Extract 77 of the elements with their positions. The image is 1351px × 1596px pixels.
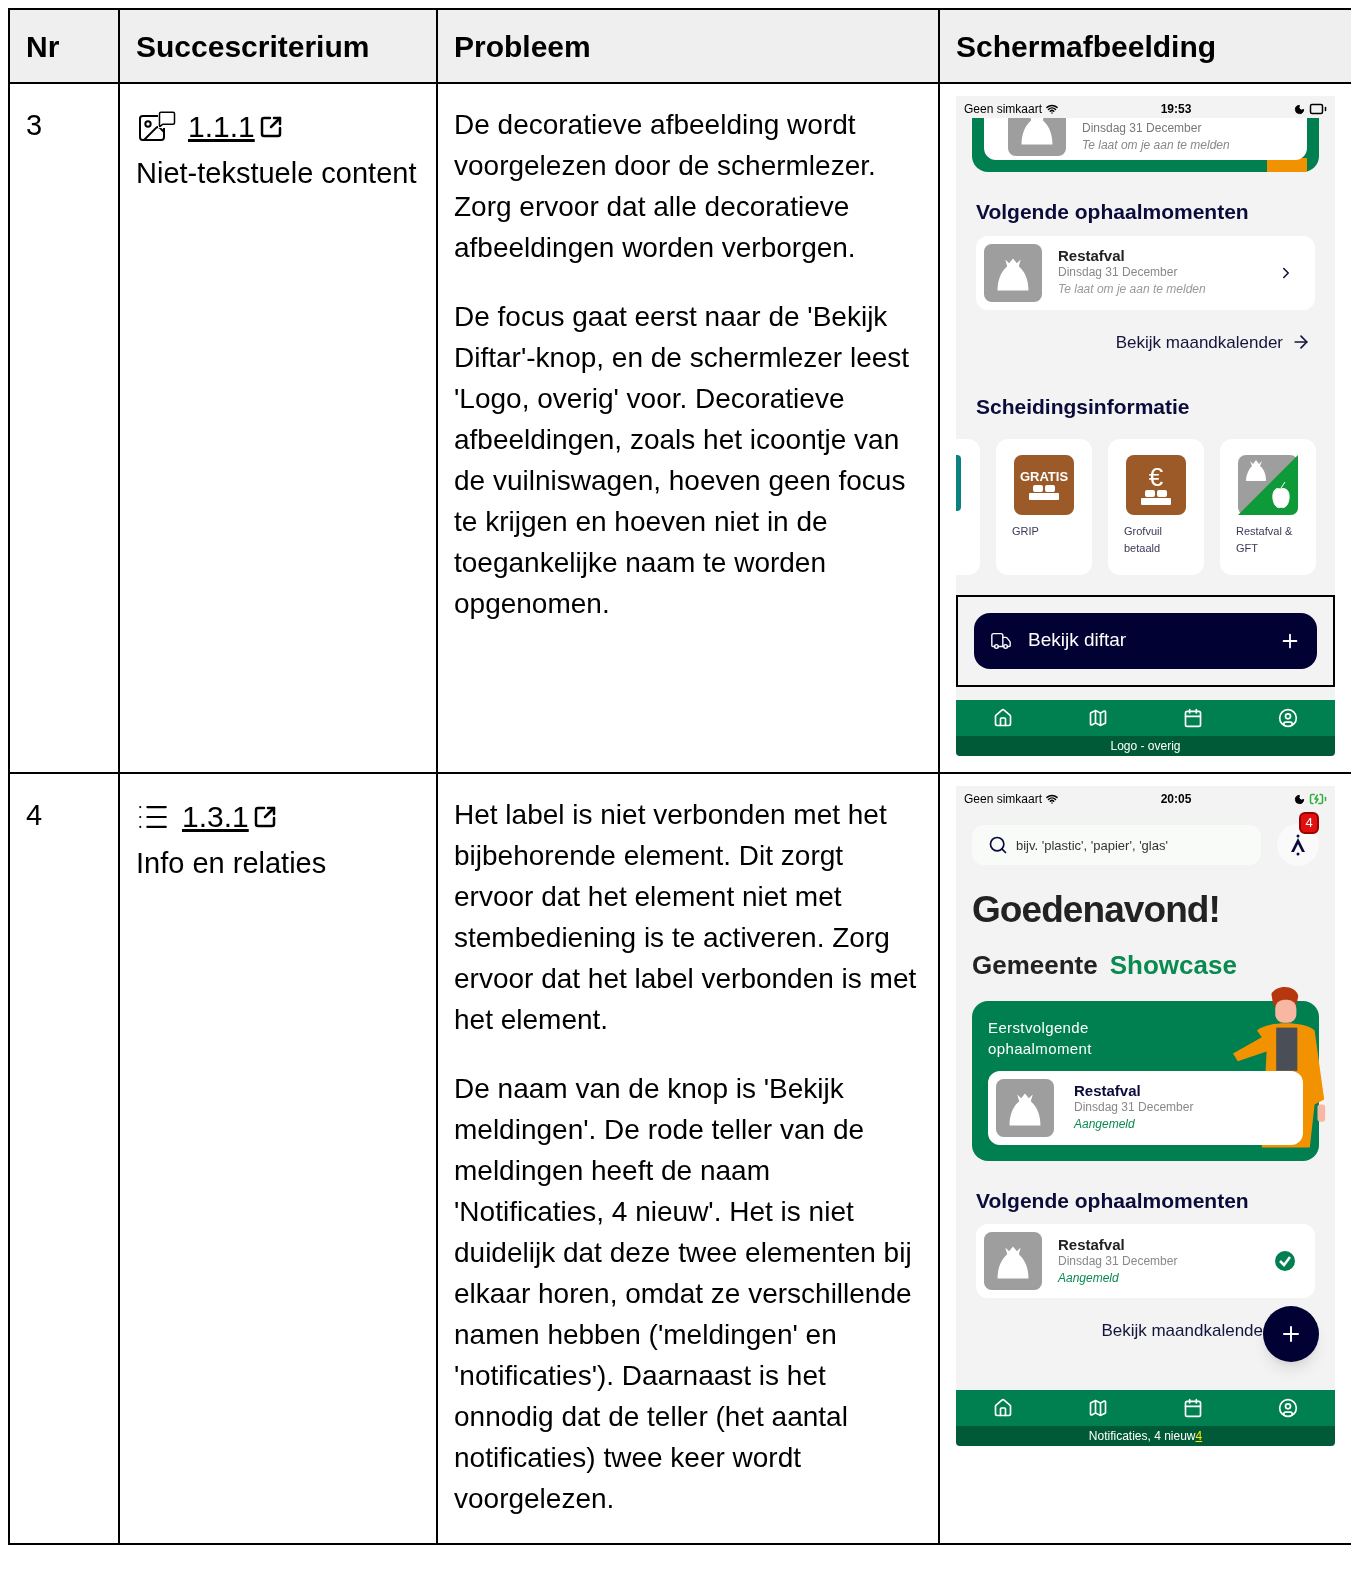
problem-paragraph: De focus gaat eerst naar de 'Bekijk Diftar'-knop, en de schermlezer leest 'Logo, overig' voor. Decoratieve afbeeldingen, zoals het icoontje van de vuilniswagen, hoeven geen focus te krijgen en hoeven niet in de toegankelijke naam te worden opgenomen. bbox=[454, 300, 911, 621]
collection-note: Te laat om je aan te melden bbox=[1082, 137, 1230, 154]
tile-label: Grofvuil betaald bbox=[1123, 523, 1163, 556]
section-heading: Scheidingsinformatie bbox=[975, 394, 1191, 420]
home-icon[interactable] bbox=[993, 708, 1014, 728]
carrier-label: Geen simkaart bbox=[964, 791, 1043, 808]
item-title: Restafval bbox=[1058, 247, 1126, 264]
criterion-link[interactable]: 1.1.1 bbox=[188, 104, 283, 149]
tile-label: GRIP bbox=[1011, 523, 1040, 539]
criterion-link[interactable]: 1.3.1 bbox=[182, 794, 277, 839]
item-title: Restafval bbox=[1074, 1082, 1142, 1099]
logo-icon bbox=[1290, 834, 1306, 856]
tile-label: Restafval & GFT bbox=[1235, 523, 1294, 556]
tile-icon: € bbox=[1126, 454, 1186, 515]
section-heading: Volgende ophaalmomenten bbox=[975, 199, 1250, 225]
item-date: Dinsdag 31 December bbox=[1058, 1252, 1179, 1270]
info-tile[interactable]: GRATIS GRIP bbox=[996, 438, 1092, 575]
info-tile[interactable]: Restafval & GFT bbox=[1220, 438, 1316, 575]
problem-paragraph: Het label is niet verbonden met het bijbehorende element. Dit zorgt ervoor dat het element niet met stembediening is te activeren. Zorg ervoor dat het label verbonden is met het element. bbox=[454, 798, 918, 1037]
external-link-icon bbox=[252, 804, 277, 829]
garbage-bag-icon bbox=[996, 1078, 1054, 1137]
image-comment-icon bbox=[136, 109, 176, 144]
column-header: Probleem bbox=[438, 10, 940, 84]
map-icon[interactable] bbox=[1088, 708, 1109, 728]
clock-time: 20:05 bbox=[1160, 791, 1192, 808]
greeting-heading: Goedenavond! bbox=[971, 888, 1221, 932]
column-header: Nr bbox=[10, 10, 120, 84]
user-icon[interactable] bbox=[1277, 708, 1298, 728]
item-status: Aangemeld bbox=[1074, 1116, 1136, 1133]
screenreader-caption: Notificaties, 4 nieuw4 bbox=[956, 1426, 1335, 1446]
diftar-button[interactable]: Bekijk diftar bbox=[974, 612, 1317, 669]
problem-paragraph: De naam van de knop is 'Bekijk meldingen'. De rode teller van de meldingen heeft de naam 'Notificaties, 4 nieuw'. Het is niet duidelijk dat deze twee elementen bij elkaar horen, omdat ze verschillende namen hebben ('meldingen' en 'notificaties'). Daarnaast is het onnodig dat de teller (het aantal notificaties) twee keer wordt voorgelezen. bbox=[454, 1072, 913, 1516]
moon-icon bbox=[1294, 103, 1305, 115]
home-icon[interactable] bbox=[993, 1398, 1014, 1418]
map-icon[interactable] bbox=[1088, 1398, 1109, 1418]
calendar-icon[interactable] bbox=[1182, 708, 1203, 728]
month-calendar-link[interactable]: Bekijk maandkalender bbox=[1115, 329, 1311, 355]
collection-date: Dinsdag 31 December bbox=[1082, 120, 1203, 137]
item-title: Restafval bbox=[1058, 1235, 1126, 1253]
collection-item[interactable]: Restafval Dinsdag 31 December Aangemeld bbox=[976, 1224, 1315, 1298]
municipality-name: Showcase bbox=[1109, 948, 1237, 982]
info-tile[interactable] bbox=[956, 438, 980, 575]
search-icon bbox=[988, 835, 1008, 855]
garbage-bag-icon bbox=[984, 1232, 1042, 1290]
row-number: 4 bbox=[26, 799, 43, 831]
item-date: Dinsdag 31 December bbox=[1074, 1099, 1194, 1116]
screenreader-caption: Logo - overig bbox=[956, 736, 1335, 756]
problem-paragraph: De decoratieve afbeelding wordt voorgelezen door de schermlezer. Zorg ervoor dat alle decoratieve afbeeldingen worden verborgen. bbox=[454, 108, 877, 265]
wifi-icon bbox=[1046, 793, 1059, 805]
user-icon[interactable] bbox=[1277, 1398, 1298, 1418]
external-link-icon bbox=[258, 114, 283, 139]
item-status: Te laat om je aan te melden bbox=[1058, 281, 1207, 298]
info-tile[interactable]: € Grofvuil betaald bbox=[1108, 438, 1204, 575]
collection-item[interactable]: Restafval Dinsdag 31 December Te laat om je aan te melden bbox=[976, 235, 1315, 310]
search-field[interactable]: bijv. 'plastic', 'papier', 'glas' bbox=[972, 825, 1261, 865]
municipality-label: Gemeente bbox=[972, 948, 1098, 982]
wifi-icon bbox=[1046, 103, 1059, 115]
check-circle-icon bbox=[1275, 1251, 1295, 1271]
add-button[interactable] bbox=[1263, 1306, 1319, 1362]
column-header: Schermafbeelding bbox=[940, 10, 1351, 84]
moon-icon bbox=[1294, 793, 1305, 805]
bag-and-apple-icon bbox=[1238, 454, 1298, 515]
criterion-name: Niet-tekstuele content bbox=[136, 156, 418, 191]
garbage-bag-icon bbox=[984, 243, 1042, 302]
notification-badge: 4 bbox=[1299, 812, 1319, 834]
calendar-icon[interactable] bbox=[1182, 1398, 1203, 1418]
row-number: 3 bbox=[26, 109, 43, 141]
tile-icon: GRATIS bbox=[1014, 454, 1074, 515]
month-calendar-link[interactable]: Bekijk maandkalende bbox=[1101, 1318, 1263, 1344]
criterion-name: Info en relaties bbox=[136, 846, 328, 881]
column-header: Succescriterium bbox=[120, 10, 438, 84]
card-label: Eerstvolgende ophaalmoment bbox=[988, 1017, 1093, 1059]
carrier-label: Geen simkaart bbox=[964, 101, 1043, 118]
clock-time: 19:53 bbox=[1160, 101, 1192, 118]
section-heading: Volgende ophaalmomenten bbox=[975, 1187, 1250, 1214]
item-date: Dinsdag 31 December bbox=[1058, 264, 1179, 281]
item-status: Aangemeld bbox=[1058, 1269, 1120, 1287]
